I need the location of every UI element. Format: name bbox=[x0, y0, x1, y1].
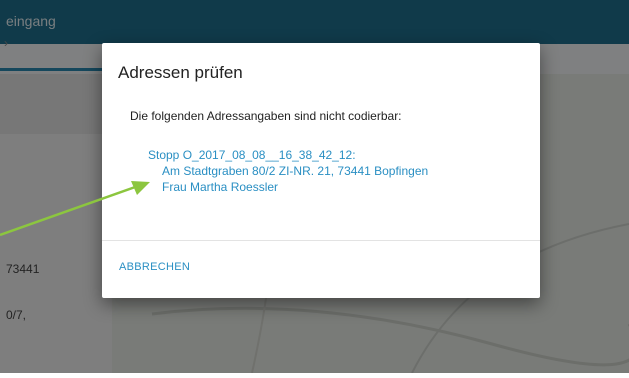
dialog-message: Die folgenden Adressangaben sind nicht c… bbox=[130, 109, 402, 123]
dialog-divider bbox=[102, 240, 540, 241]
address-entry[interactable]: Stopp O_2017_08_08__16_38_42_12: Am Stad… bbox=[148, 147, 428, 195]
dialog-title: Adressen prüfen bbox=[118, 63, 243, 82]
stop-id: Stopp O_2017_08_08__16_38_42_12: bbox=[148, 148, 356, 162]
address-check-dialog: Adressen prüfen Die folgenden Adressanga… bbox=[102, 43, 540, 298]
cancel-button[interactable]: ABBRECHEN bbox=[119, 261, 190, 273]
stop-recipient: Frau Martha Roessler bbox=[162, 180, 279, 194]
stop-address: Am Stadtgraben 80/2 ZI-NR. 21, 73441 Bop… bbox=[162, 164, 429, 178]
